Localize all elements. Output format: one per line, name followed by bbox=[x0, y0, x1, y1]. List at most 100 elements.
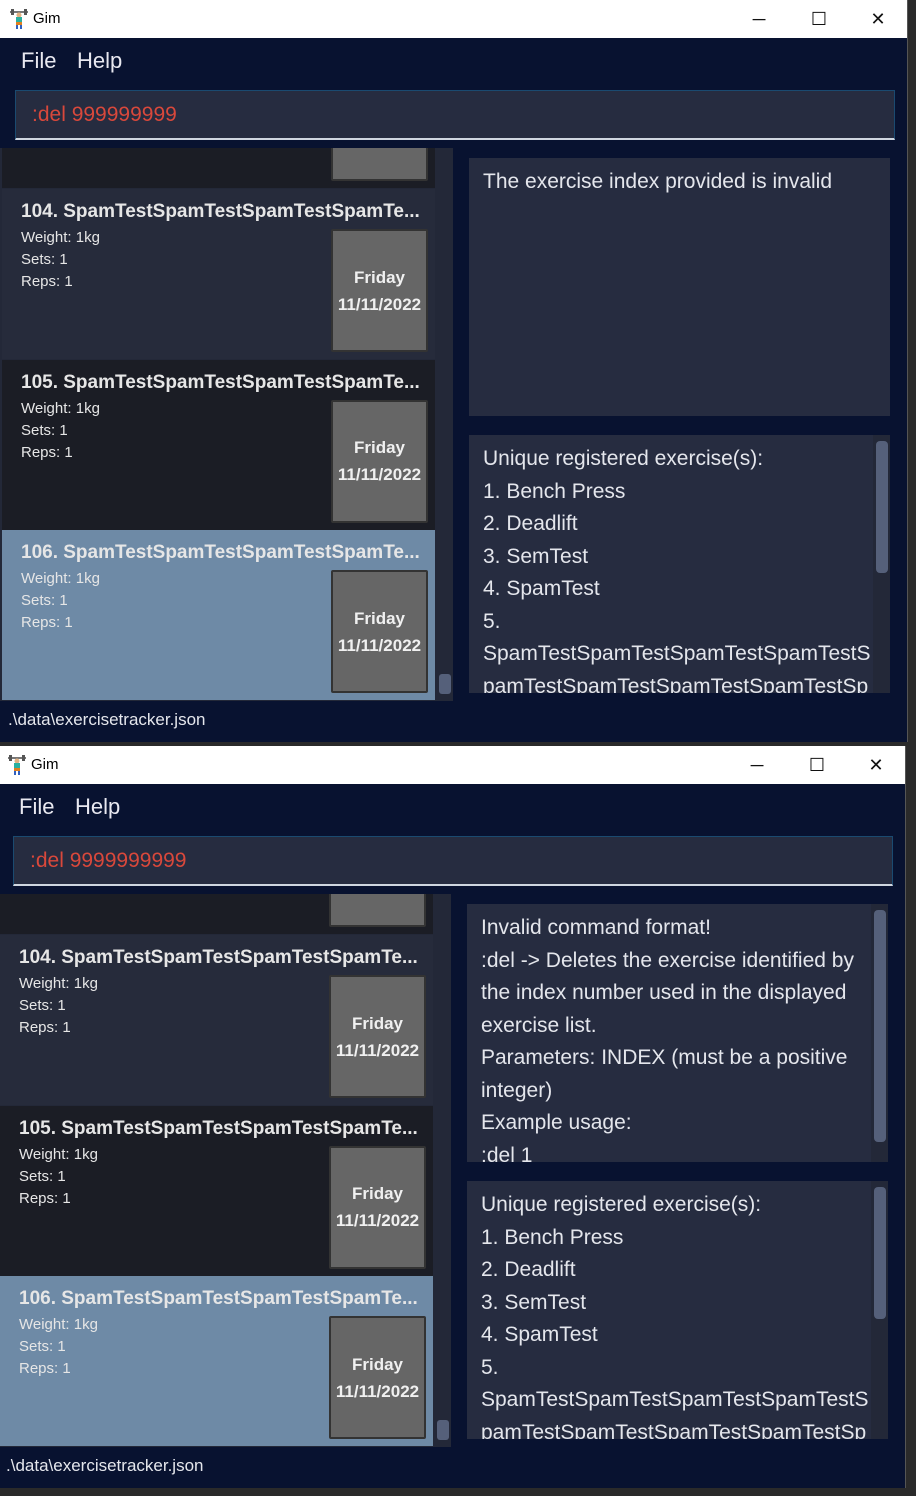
date-box: Friday 11/11/2022 bbox=[331, 570, 428, 693]
maximize-button[interactable]: ☐ bbox=[788, 746, 846, 784]
exercise-weight: Weight: 1kg bbox=[19, 975, 98, 992]
exercise-reps: Reps: 1 bbox=[19, 1360, 71, 1377]
exercise-name-line: Unique registered exercise(s): bbox=[483, 447, 764, 470]
result-line: Invalid command format! bbox=[481, 916, 711, 939]
exercise-sets: Sets: 1 bbox=[21, 421, 68, 439]
result-display: The exercise index provided is invalid bbox=[469, 158, 890, 416]
app-window: Gim ─ ☐ ✕ File Help :del 999999999 104. … bbox=[0, 0, 908, 742]
exercise-sets: Sets: 1 bbox=[19, 1338, 66, 1355]
date-value: 11/11/2022 bbox=[337, 635, 422, 655]
list-item[interactable] bbox=[2, 148, 435, 188]
scrollbar-thumb[interactable] bbox=[876, 441, 888, 573]
exercise-name-line: 2. Deadlift bbox=[481, 1258, 576, 1281]
date-value: 11/11/2022 bbox=[335, 1381, 420, 1401]
exercise-name-line: 5. bbox=[481, 1355, 499, 1379]
date-value: 11/11/2022 bbox=[337, 294, 422, 314]
exercise-weight: Weight: 1kg bbox=[19, 1145, 98, 1163]
date-box: Friday 11/11/2022 bbox=[329, 975, 426, 1098]
command-input[interactable]: :del 9999999999 bbox=[13, 836, 893, 886]
exercise-sets: Sets: 1 bbox=[19, 1167, 66, 1185]
menu-file[interactable]: File bbox=[19, 794, 54, 820]
scrollbar-thumb[interactable] bbox=[874, 1187, 886, 1319]
exercise-weight: Weight: 1kg bbox=[21, 229, 100, 246]
list-item[interactable]: 106. SpamTestSpamTestSpamTestSpamTe... W… bbox=[0, 1276, 433, 1446]
exercise-reps: Reps: 1 bbox=[21, 443, 73, 461]
exercise-name-line: 1. Bench Press bbox=[483, 479, 626, 503]
result-line: :del -> Deletes the exercise identified … bbox=[481, 948, 854, 972]
list-item[interactable]: 104. SpamTestSpamTestSpamTestSpamTe... W… bbox=[2, 189, 435, 359]
date-box: Friday 11/11/2022 bbox=[331, 399, 428, 523]
minimize-button[interactable]: ─ bbox=[730, 0, 788, 38]
command-input[interactable]: :del 999999999 bbox=[15, 90, 895, 140]
scrollbar-thumb[interactable] bbox=[874, 910, 886, 1142]
exercise-name-line: SpamTestSpamTestSpamTestSpamTestS bbox=[481, 1388, 869, 1411]
exercise-title: 106. SpamTestSpamTestSpamTestSpamTe... bbox=[21, 542, 420, 563]
date-day: Friday bbox=[351, 1013, 404, 1033]
window-title: Gim bbox=[33, 10, 61, 27]
list-item[interactable]: 105. SpamTestSpamTestSpamTestSpamTe... W… bbox=[0, 1105, 433, 1276]
exercise-name-line: 5. bbox=[483, 609, 501, 633]
exercise-list: 104. SpamTestSpamTestSpamTestSpamTe... W… bbox=[0, 148, 453, 701]
exercise-names-panel: Unique registered exercise(s): 1. Bench P… bbox=[467, 1181, 888, 1439]
status-bar-file-path: .\data\exercisetracker.json bbox=[6, 1456, 204, 1475]
maximize-button[interactable]: ☐ bbox=[790, 0, 848, 38]
close-button[interactable]: ✕ bbox=[849, 0, 907, 38]
title-bar: Gim ─ ☐ ✕ bbox=[0, 746, 905, 784]
result-line: the index number used in the displayed bbox=[481, 981, 847, 1004]
date-day: Friday bbox=[351, 1354, 404, 1374]
exercise-name-line: SpamTestSpamTestSpamTestSpamTestS bbox=[483, 642, 871, 665]
exercise-title: 106. SpamTestSpamTestSpamTestSpamTe... bbox=[19, 1288, 418, 1309]
result-line: Parameters: INDEX (must be a positive bbox=[481, 1046, 848, 1069]
scrollbar-thumb[interactable] bbox=[439, 674, 451, 694]
date-box bbox=[329, 894, 426, 927]
date-day: Friday bbox=[353, 438, 406, 457]
menu-bar: File Help bbox=[0, 784, 905, 830]
exercise-title: 104. SpamTestSpamTestSpamTestSpamTe... bbox=[19, 947, 418, 968]
exercise-name-line: Unique registered exercise(s): bbox=[481, 1193, 762, 1216]
result-display: Invalid command format! :del -> Deletes t… bbox=[467, 904, 888, 1162]
result-line: Example usage: bbox=[481, 1111, 632, 1134]
result-line: :del 1 bbox=[481, 1143, 533, 1163]
close-button[interactable]: ✕ bbox=[847, 746, 905, 784]
exercise-name-line: pamTestSpamTestSpamTestSpamTestSp bbox=[481, 1420, 867, 1440]
weightlifter-icon bbox=[8, 755, 26, 775]
scrollbar-thumb[interactable] bbox=[437, 1420, 449, 1440]
exercise-names-panel: Unique registered exercise(s): 1. Bench P… bbox=[469, 435, 890, 693]
menu-bar: File Help bbox=[0, 38, 907, 84]
exercise-title: 105. SpamTestSpamTestSpamTestSpamTe... bbox=[19, 1117, 418, 1139]
menu-help[interactable]: Help bbox=[75, 794, 120, 820]
date-value: 11/11/2022 bbox=[335, 1040, 420, 1060]
exercise-reps: Reps: 1 bbox=[21, 273, 73, 290]
menu-file[interactable]: File bbox=[21, 48, 56, 74]
list-scrollbar[interactable] bbox=[436, 148, 453, 701]
exercise-name-line: pamTestSpamTestSpamTestSpamTestSp bbox=[483, 674, 869, 694]
app-window: Gim ─ ☐ ✕ File Help :del 9999999999 104.… bbox=[0, 746, 906, 1488]
exercise-title: 104. SpamTestSpamTestSpamTestSpamTe... bbox=[21, 201, 420, 222]
date-value: 11/11/2022 bbox=[335, 1211, 420, 1230]
exercise-sets: Sets: 1 bbox=[21, 251, 68, 268]
exercise-reps: Reps: 1 bbox=[19, 1019, 71, 1036]
exercise-sets: Sets: 1 bbox=[21, 592, 68, 609]
minimize-button[interactable]: ─ bbox=[728, 746, 786, 784]
menu-help[interactable]: Help bbox=[77, 48, 122, 74]
date-box bbox=[331, 148, 428, 181]
result-line: integer) bbox=[481, 1078, 553, 1102]
exercise-name-line: 3. SemTest bbox=[483, 544, 589, 568]
window-title: Gim bbox=[31, 756, 59, 773]
date-day: Friday bbox=[353, 267, 406, 287]
list-item[interactable]: 104. SpamTestSpamTestSpamTestSpamTe... W… bbox=[0, 935, 433, 1105]
list-scrollbar[interactable] bbox=[434, 894, 451, 1447]
list-item[interactable]: 105. SpamTestSpamTestSpamTestSpamTe... W… bbox=[2, 359, 435, 530]
list-item[interactable] bbox=[0, 894, 433, 934]
exercise-reps: Reps: 1 bbox=[21, 614, 73, 631]
exercise-weight: Weight: 1kg bbox=[21, 570, 100, 587]
exercise-sets: Sets: 1 bbox=[19, 997, 66, 1014]
exercise-name-line: 4. SpamTest bbox=[481, 1323, 598, 1346]
date-value: 11/11/2022 bbox=[337, 465, 422, 484]
list-item[interactable]: 106. SpamTestSpamTestSpamTestSpamTe... W… bbox=[2, 530, 435, 700]
exercise-reps: Reps: 1 bbox=[19, 1189, 71, 1207]
result-line: The exercise index provided is invalid bbox=[483, 170, 833, 193]
exercise-name-line: 2. Deadlift bbox=[483, 512, 578, 535]
date-day: Friday bbox=[351, 1184, 404, 1203]
exercise-weight: Weight: 1kg bbox=[19, 1316, 98, 1333]
